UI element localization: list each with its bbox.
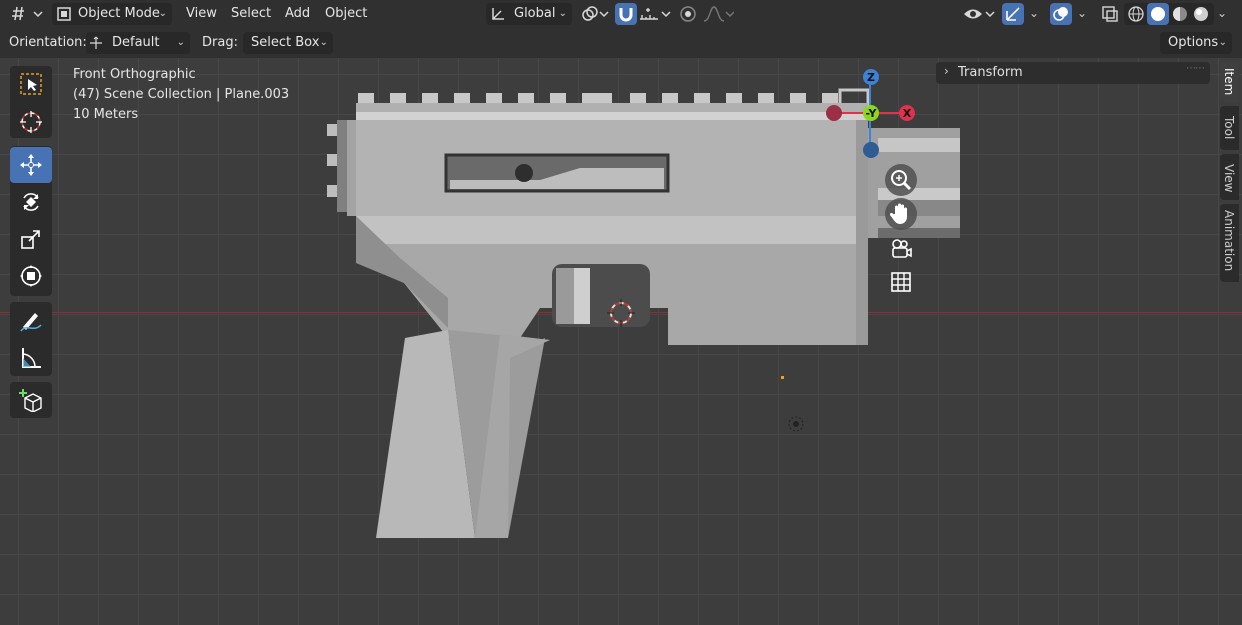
chevron-right-icon: › <box>944 64 949 78</box>
scale-tool[interactable] <box>10 221 52 257</box>
collection-info: (47) Scene Collection | Plane.003 <box>73 87 290 102</box>
options-label: Options <box>1168 35 1219 50</box>
gizmo-x-label: X <box>903 107 912 120</box>
3d-cursor-icon[interactable] <box>605 297 637 329</box>
orientation-value: Default <box>112 35 160 50</box>
chevron-down-icon: ⌄ <box>319 37 328 48</box>
ortho-grid-icon <box>891 272 911 292</box>
object-mode-label: Object Mode <box>78 6 160 21</box>
menu-view[interactable]: View <box>186 6 217 21</box>
orientation-dropdown[interactable]: Default ⌄ <box>86 32 190 54</box>
solid-shading-icon[interactable] <box>1147 3 1169 25</box>
rotate-tool[interactable] <box>10 184 52 220</box>
transform-panel-label: Transform <box>958 65 1023 80</box>
tab-animation[interactable]: Animation <box>1220 204 1239 282</box>
zoom-icon <box>891 170 912 191</box>
proportional-edit-icon[interactable] <box>678 5 698 23</box>
gizmo-y-label: -Y <box>866 107 878 120</box>
falloff-icon[interactable] <box>702 4 735 24</box>
pivot-icon[interactable] <box>580 4 612 24</box>
select-box-tool[interactable] <box>10 66 52 102</box>
transform-orientation-icon <box>490 6 506 22</box>
material-shading-icon[interactable] <box>1170 4 1190 24</box>
tab-view[interactable]: View <box>1220 154 1239 200</box>
tab-item-label: Item <box>1222 68 1236 96</box>
chevron-down-icon: ⌄ <box>558 8 567 19</box>
chevron-down-icon: ⌄ <box>1218 37 1227 48</box>
neg-z-axis-handle <box>863 142 879 158</box>
measure-tool[interactable] <box>10 340 52 376</box>
orientation-axes-icon <box>88 35 104 51</box>
add-cube-tool[interactable] <box>10 382 52 418</box>
navigation-gizmo[interactable]: Z X -Y <box>820 66 920 166</box>
chevron-down-icon: ⌄ <box>176 37 185 48</box>
hand-pan-icon <box>889 203 907 224</box>
tool-settings-header: Orientation: Default ⌄ Drag: Select Box … <box>0 29 1242 59</box>
ortho-toggle-button[interactable] <box>885 266 917 298</box>
camera-view-icon <box>892 239 912 258</box>
drag-value: Select Box <box>251 35 320 50</box>
gizmo-icon[interactable] <box>1002 3 1024 25</box>
chevron-down-icon: ⌄ <box>158 8 167 19</box>
xray-icon[interactable] <box>1100 4 1120 24</box>
drag-label: Drag: <box>202 35 238 50</box>
menu-object[interactable]: Object <box>325 6 367 21</box>
rendered-shading-icon[interactable] <box>1191 4 1211 24</box>
tab-tool-label: Tool <box>1222 116 1236 140</box>
snap-icon[interactable] <box>615 3 637 25</box>
object-mode-dropdown[interactable]: Object Mode ⌄ <box>52 3 172 25</box>
visibility-icon[interactable] <box>962 4 996 24</box>
snap-increment-icon[interactable] <box>638 4 672 24</box>
overlay-icon[interactable] <box>1050 3 1072 25</box>
menu-add[interactable]: Add <box>285 6 310 21</box>
tab-item[interactable]: Item <box>1220 62 1239 102</box>
view-name: Front Orthographic <box>73 67 196 82</box>
tab-tool[interactable]: Tool <box>1220 106 1239 150</box>
menu-select[interactable]: Select <box>231 6 271 21</box>
pan-button[interactable] <box>885 198 917 230</box>
transform-orientation-dropdown[interactable]: Global ⌄ <box>486 3 572 25</box>
viewport-header: Object Mode ⌄ View Select Add Object Glo… <box>0 0 1242 29</box>
pistol-model[interactable] <box>0 58 1242 625</box>
gizmo-z-label: Z <box>867 71 875 84</box>
light-object-icon[interactable] <box>786 414 806 434</box>
object-mode-icon <box>57 7 71 21</box>
annotate-tool[interactable] <box>10 303 52 339</box>
options-dropdown[interactable]: Options ⌄ <box>1160 32 1232 54</box>
move-tool[interactable] <box>10 147 52 183</box>
orientation-label: Orientation: <box>9 35 87 50</box>
tab-view-label: View <box>1222 164 1236 193</box>
transform-panel-header[interactable]: › Transform ⋯⋯ <box>936 62 1210 84</box>
zoom-button[interactable] <box>885 164 917 196</box>
transform-orientation-label: Global <box>514 6 556 21</box>
tab-animation-label: Animation <box>1222 210 1236 272</box>
transform-tool[interactable] <box>10 258 52 294</box>
drag-handle-icon[interactable]: ⋯⋯ <box>1186 63 1205 74</box>
neg-x-axis-handle <box>826 105 842 121</box>
cursor-tool[interactable] <box>10 104 52 140</box>
origin-point <box>781 376 784 379</box>
chevron-down-icon[interactable]: ⌄ <box>1217 6 1237 20</box>
drag-dropdown[interactable]: Select Box ⌄ <box>243 32 333 54</box>
editor-type-icon[interactable] <box>12 5 44 23</box>
wireframe-shading-icon[interactable] <box>1126 4 1146 24</box>
3d-viewport[interactable]: Front Orthographic (47) Scene Collection… <box>0 58 1242 625</box>
camera-view-button[interactable] <box>885 232 917 264</box>
scale-info: 10 Meters <box>73 107 139 122</box>
